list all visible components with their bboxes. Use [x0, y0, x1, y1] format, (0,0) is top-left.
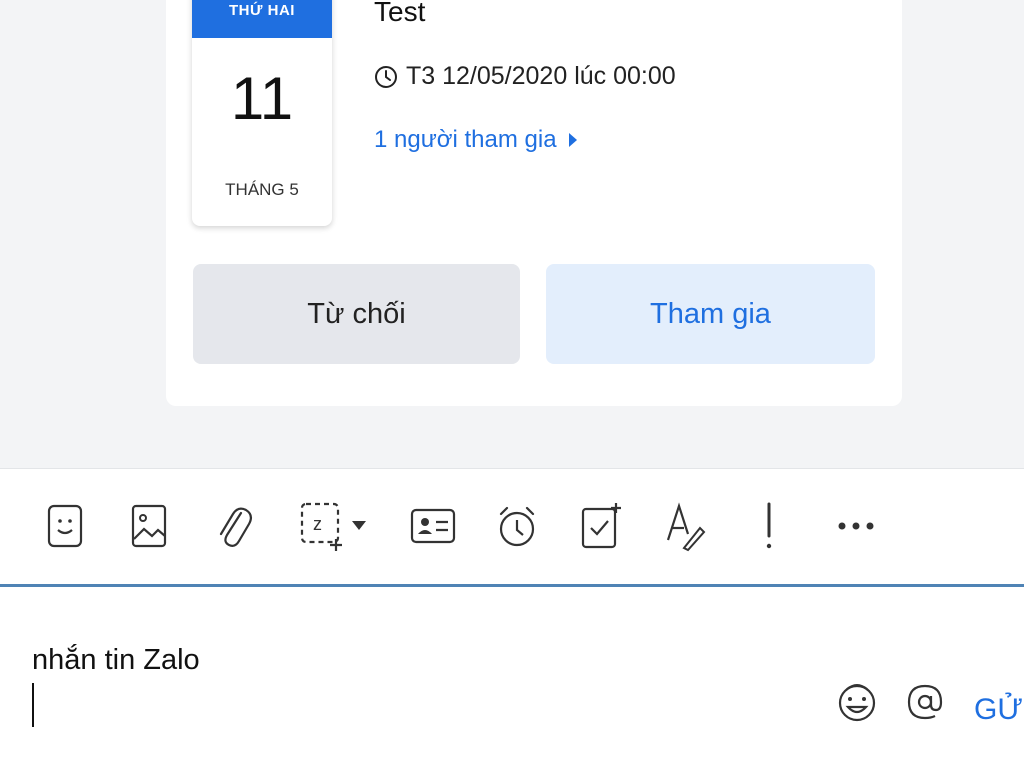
join-button[interactable]: Tham gia	[546, 264, 875, 364]
event-card: THỨ HAI 11 THÁNG 5 Test T3 12/05/2020 lú…	[166, 0, 902, 406]
calendar-weekday: THỨ HAI	[192, 0, 332, 38]
reminder-icon[interactable]	[496, 497, 538, 555]
image-icon[interactable]	[128, 497, 170, 555]
event-title: Test	[374, 0, 426, 27]
chat-area: THỨ HAI 11 THÁNG 5 Test T3 12/05/2020 lú…	[0, 0, 1024, 468]
sticker-icon[interactable]	[44, 497, 86, 555]
calendar-day: 11	[230, 65, 294, 132]
text-format-icon[interactable]	[664, 497, 706, 555]
more-icon[interactable]	[834, 497, 878, 555]
clock-icon	[374, 65, 398, 89]
calendar-badge: THỨ HAI 11 THÁNG 5	[192, 0, 332, 226]
chevron-right-icon	[567, 131, 579, 149]
attachment-icon[interactable]	[212, 497, 254, 555]
task-icon[interactable]	[580, 497, 622, 555]
participants-text: 1 người tham gia	[374, 126, 557, 153]
composer[interactable]: nhắn tin Zalo GỬI	[0, 587, 1024, 768]
text-caret	[32, 683, 34, 727]
decline-button[interactable]: Từ chối	[193, 264, 520, 364]
event-time: T3 12/05/2020 lúc 00:00	[374, 62, 676, 91]
message-input[interactable]: nhắn tin Zalo	[32, 644, 200, 677]
send-button[interactable]: GỬI	[974, 693, 1024, 727]
contact-card-icon[interactable]	[410, 497, 456, 555]
svg-text:z: z	[313, 514, 322, 534]
participants-link[interactable]: 1 người tham gia	[374, 126, 579, 154]
emoji-icon[interactable]	[836, 681, 878, 723]
important-icon[interactable]	[748, 497, 790, 555]
event-time-text: T3 12/05/2020 lúc 00:00	[406, 62, 676, 90]
screenshot-icon[interactable]: z	[300, 497, 372, 555]
calendar-month: THÁNG 5	[225, 180, 299, 199]
mention-icon[interactable]	[904, 681, 946, 723]
composer-toolbar: z	[0, 468, 1024, 584]
